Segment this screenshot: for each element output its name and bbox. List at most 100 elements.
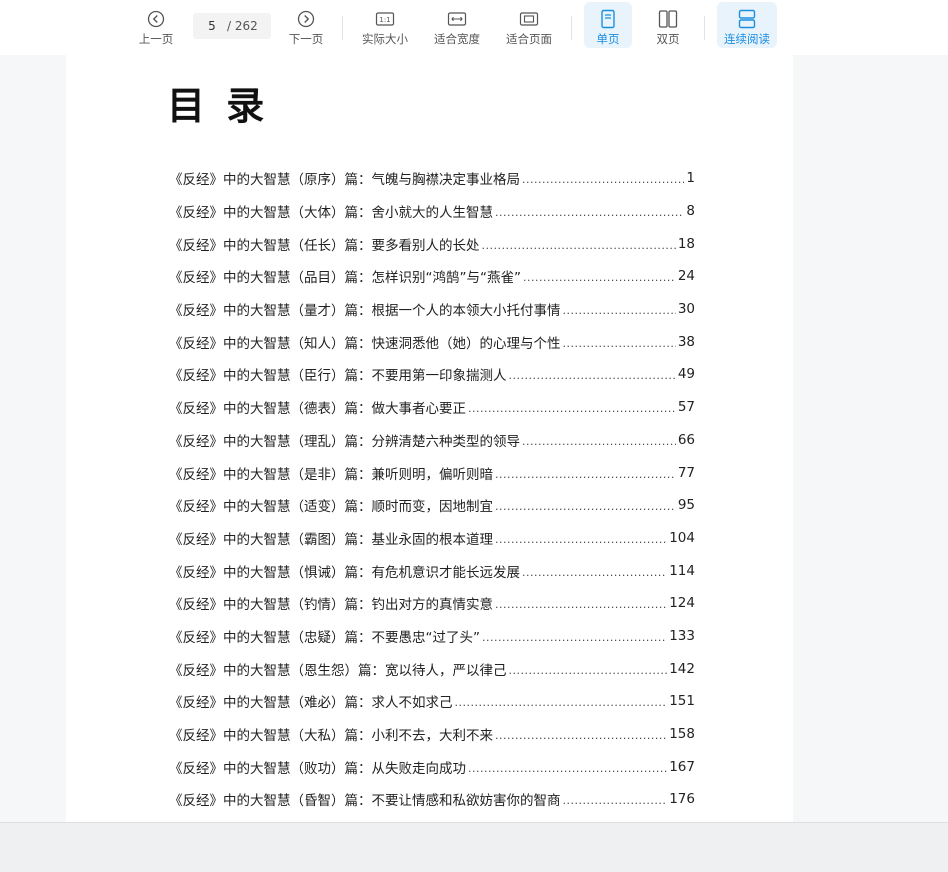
toc-entry-page: 124 xyxy=(669,595,695,612)
toc-entry-page: 8 xyxy=(686,203,695,220)
document-page: 目 录 《反经》中的大智慧（原序）篇：气魄与胸襟决定事业格局..........… xyxy=(66,55,793,822)
toc-entry[interactable]: 《反经》中的大智慧（恩生怨）篇：宽以待人，严以律己...............… xyxy=(169,652,695,685)
toc-entry-page: 167 xyxy=(669,758,695,775)
toc-leader-dots: ........................................… xyxy=(495,206,685,220)
toc-entry-title: 《反经》中的大智慧（知人）篇：快速洞悉他（她）的心理与个性 xyxy=(169,335,561,352)
toc-leader-dots: ........................................… xyxy=(522,173,684,187)
toc-entry[interactable]: 《反经》中的大智慧（难必）篇：求人不如求己...................… xyxy=(169,685,695,718)
toc-entry-page: 158 xyxy=(669,726,695,743)
toc-leader-dots: ........................................… xyxy=(522,565,668,579)
toc-entry[interactable]: 《反经》中的大智慧（知人）篇：快速洞悉他（她）的心理与个性...........… xyxy=(169,325,695,358)
toc-entry[interactable]: 《反经》中的大智慧（大私）篇：小利不去，大利不来................… xyxy=(169,718,695,751)
toc-entry-page: 38 xyxy=(677,333,695,350)
page-total: / 262 xyxy=(227,19,258,33)
page-title: 目 录 xyxy=(167,83,269,128)
toc-entry-page: 24 xyxy=(677,268,695,285)
toc-entry-page: 49 xyxy=(677,366,695,383)
toc-leader-dots: ........................................… xyxy=(495,500,676,514)
one-to-one-icon: 1:1 xyxy=(374,8,396,30)
toc-entry[interactable]: 《反经》中的大智慧（是非）篇：兼听则明，偏听则暗................… xyxy=(169,456,695,489)
toc-entry-page: 142 xyxy=(669,660,695,677)
continuous-reading-button[interactable]: 连续阅读 xyxy=(717,2,777,48)
toc-entry-title: 《反经》中的大智慧（任长）篇：要多看别人的长处 xyxy=(169,237,480,254)
toc-entry[interactable]: 《反经》中的大智慧（霸图）篇：基业永固的根本道理................… xyxy=(169,522,695,555)
prev-page-button[interactable]: 上一页 xyxy=(134,2,178,48)
toc-entry-page: 151 xyxy=(669,693,695,710)
double-page-label: 双页 xyxy=(656,32,680,46)
next-page-label: 下一页 xyxy=(288,32,324,46)
toc-entry[interactable]: 《反经》中的大智慧（理乱）篇：分辨清楚六种类型的领导..............… xyxy=(169,424,695,457)
double-page-icon xyxy=(657,8,679,30)
single-page-button[interactable]: 单页 xyxy=(584,2,632,48)
actual-size-label: 实际大小 xyxy=(362,32,408,46)
toc-entry-title: 《反经》中的大智慧（昏智）篇：不要让情感和私欲妨害你的智商 xyxy=(169,793,561,810)
actual-size-button[interactable]: 1:1 实际大小 xyxy=(357,2,413,48)
single-page-label: 单页 xyxy=(596,32,620,46)
toc-leader-dots: ........................................… xyxy=(495,729,667,743)
fit-page-icon xyxy=(518,8,540,30)
toc-entry[interactable]: 《反经》中的大智慧（臣行）篇：不要用第一印象揣测人...............… xyxy=(169,358,695,391)
chevron-left-circle-icon xyxy=(145,8,167,30)
toc-entry[interactable]: 《反经》中的大智慧（昏智）篇：不要让情感和私欲妨害你的智商...........… xyxy=(169,783,695,816)
toc-entry-page: 95 xyxy=(677,497,695,514)
toc-entry-title: 《反经》中的大智慧（是非）篇：兼听则明，偏听则暗 xyxy=(169,466,493,483)
toc-entry[interactable]: 《反经》中的大智慧（品目）篇：怎样识别“鸿鹄”与“燕雀”............… xyxy=(169,260,695,293)
toc-entry[interactable]: 《反经》中的大智慧（任长）篇：要多看别人的长处.................… xyxy=(169,227,695,260)
toc-leader-dots: ........................................… xyxy=(454,696,668,710)
toc-entry-title: 《反经》中的大智慧（恩生怨）篇：宽以待人，严以律己 xyxy=(169,662,507,679)
toc-entry-title: 《反经》中的大智慧（忠疑）篇：不要愚忠“过了头” xyxy=(169,629,480,646)
toc-leader-dots: ........................................… xyxy=(562,794,668,808)
toc-entry-page: 57 xyxy=(677,399,695,416)
toc-entry-page: 66 xyxy=(677,431,695,448)
double-page-button[interactable]: 双页 xyxy=(644,2,692,48)
toc-entry-page: 30 xyxy=(677,301,695,318)
toc-leader-dots: ........................................… xyxy=(481,238,676,252)
next-page-button[interactable]: 下一页 xyxy=(284,2,328,48)
toc-entry[interactable]: 《反经》中的大智慧（德表）篇：做大事者心要正..................… xyxy=(169,391,695,424)
toc-entry-page: 77 xyxy=(677,464,695,481)
toc-entry-title: 《反经》中的大智慧（败功）篇：从失败走向成功 xyxy=(169,760,466,777)
fit-page-button[interactable]: 适合页面 xyxy=(501,2,557,48)
toc-entry-title: 《反经》中的大智慧（原序）篇：气魄与胸襟决定事业格局 xyxy=(169,172,520,189)
toc-entry[interactable]: 《反经》中的大智慧（大体）篇：舍小就大的人生智慧................… xyxy=(169,195,695,228)
toc-entry-title: 《反经》中的大智慧（难必）篇：求人不如求己 xyxy=(169,695,453,712)
toc-entry[interactable]: 《反经》中的大智慧（量才）篇：根据一个人的本领大小托付事情...........… xyxy=(169,293,695,326)
toolbar-divider xyxy=(571,16,572,40)
page-number-input[interactable] xyxy=(197,19,227,33)
toc-entry-title: 《反经》中的大智慧（大体）篇：舍小就大的人生智慧 xyxy=(169,205,493,222)
chevron-right-circle-icon xyxy=(295,8,317,30)
toc-entry-title: 《反经》中的大智慧（品目）篇：怎样识别“鸿鹄”与“燕雀” xyxy=(169,270,521,287)
toc-entry[interactable]: 《反经》中的大智慧（原序）篇：气魄与胸襟决定事业格局..............… xyxy=(169,162,695,195)
toc-leader-dots: ........................................… xyxy=(495,467,676,481)
toc-leader-dots: ........................................… xyxy=(508,369,676,383)
fit-page-label: 适合页面 xyxy=(506,32,552,46)
table-of-contents: 《反经》中的大智慧（原序）篇：气魄与胸襟决定事业格局..............… xyxy=(169,162,695,822)
toc-entry-title: 《反经》中的大智慧（理乱）篇：分辨清楚六种类型的领导 xyxy=(169,433,520,450)
toc-entry[interactable]: 《反经》中的大智慧（败功）篇：从失败走向成功..................… xyxy=(169,750,695,783)
toc-leader-dots: ........................................… xyxy=(468,761,668,775)
toc-entry[interactable]: 《反经》中的大智慧（钓情）篇：钓出对方的真情实意................… xyxy=(169,587,695,620)
toc-entry-title: 《反经》中的大智慧（适变）篇：顺时而变，因地制宜 xyxy=(169,499,493,516)
toc-leader-dots: ........................................… xyxy=(495,598,667,612)
viewer-background-right xyxy=(793,55,948,822)
fit-width-label: 适合宽度 xyxy=(434,32,480,46)
toc-leader-dots: ........................................… xyxy=(522,271,676,285)
toc-leader-dots: ........................................… xyxy=(562,336,676,350)
toc-entry-title: 《反经》中的大智慧（臣行）篇：不要用第一印象揣测人 xyxy=(169,368,507,385)
toc-entry[interactable]: 《反经》中的大智慧（适变）篇：顺时而变，因地制宜................… xyxy=(169,489,695,522)
toc-leader-dots: ........................................… xyxy=(482,630,668,644)
toolbar-divider xyxy=(342,16,343,40)
svg-text:1:1: 1:1 xyxy=(379,16,390,24)
toc-entry-title: 《反经》中的大智慧（量才）篇：根据一个人的本领大小托付事情 xyxy=(169,303,561,320)
toc-leader-dots: ........................................… xyxy=(495,532,667,546)
toc-leader-dots: ........................................… xyxy=(522,434,676,448)
toc-entry[interactable]: 《反经》中的大智慧（惧诫）篇：有危机意识才能长远发展..............… xyxy=(169,554,695,587)
toc-leader-dots: ........................................… xyxy=(562,304,676,318)
fit-width-button[interactable]: 适合宽度 xyxy=(429,2,485,48)
toc-entry-page: 133 xyxy=(669,627,695,644)
fit-width-icon xyxy=(446,8,468,30)
toc-entry[interactable]: 《反经》中的大智慧（忠疑）篇：不要愚忠“过了头”................… xyxy=(169,620,695,653)
page-indicator: / 262 xyxy=(193,13,271,39)
prev-page-label: 上一页 xyxy=(138,32,174,46)
toc-entry-page: 18 xyxy=(677,235,695,252)
